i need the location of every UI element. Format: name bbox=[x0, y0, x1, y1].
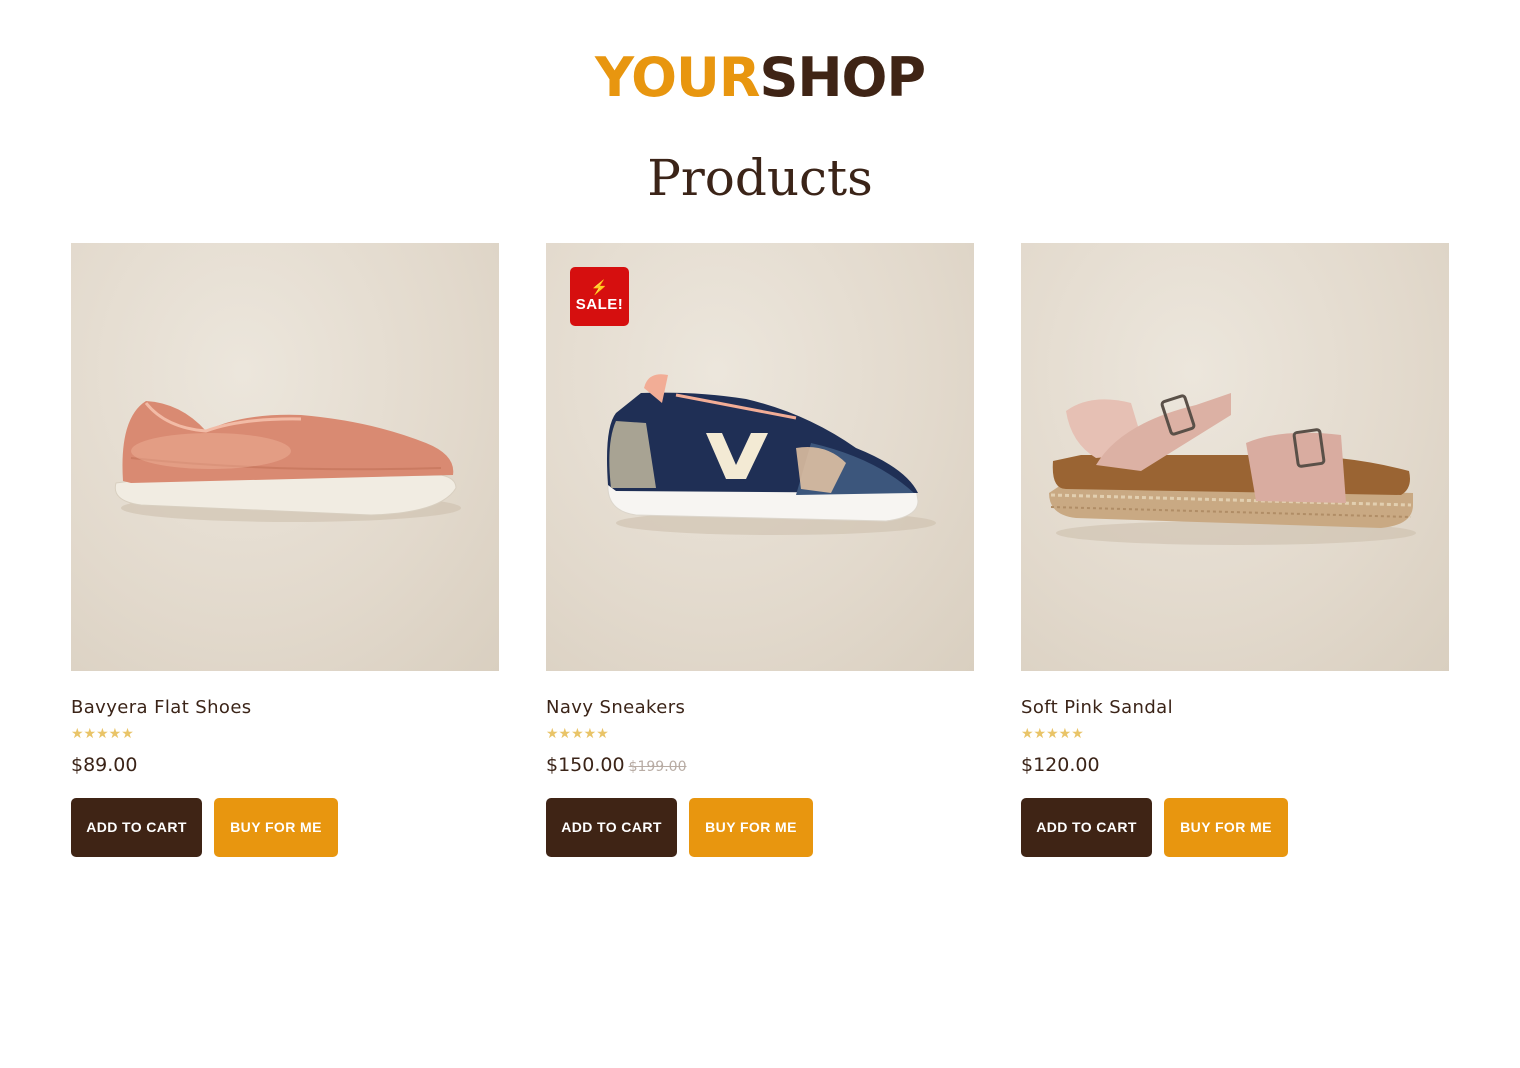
product-name[interactable]: Navy Sneakers bbox=[546, 696, 685, 720]
product-grid: Bavyera Flat Shoes ★★★★★ $89.00 ADD TO C… bbox=[71, 243, 1449, 863]
product-name[interactable]: Bavyera Flat Shoes bbox=[71, 696, 252, 720]
rating-stars: ★★★★★ bbox=[71, 726, 134, 742]
price-row: $89.00 bbox=[71, 752, 137, 779]
sale-badge-label: SALE! bbox=[575, 296, 624, 313]
buy-for-me-button[interactable]: BUY FOR ME bbox=[689, 798, 813, 857]
product-image[interactable] bbox=[71, 243, 499, 671]
product-price: $89.00 bbox=[71, 754, 138, 776]
product-card: ⚡ SALE! Navy Sneakers ★★★★★ $150.00 $199.… bbox=[546, 243, 974, 863]
price-row: $120.00 bbox=[1021, 752, 1100, 779]
product-card: Soft Pink Sandal ★★★★★ $120.00 ADD TO CA… bbox=[1021, 243, 1449, 863]
product-image[interactable]: ⚡ SALE! bbox=[546, 243, 974, 671]
buy-for-me-button[interactable]: BUY FOR ME bbox=[214, 798, 338, 857]
buy-for-me-button[interactable]: BUY FOR ME bbox=[1164, 798, 1288, 857]
product-card: Bavyera Flat Shoes ★★★★★ $89.00 ADD TO C… bbox=[71, 243, 499, 863]
old-price: $199.00 bbox=[628, 759, 687, 775]
sandal-image bbox=[1049, 393, 1416, 545]
rating-stars: ★★★★★ bbox=[546, 726, 609, 742]
product-name[interactable]: Soft Pink Sandal bbox=[1021, 696, 1173, 720]
logo-your: YOUR bbox=[594, 46, 761, 109]
shop-logo[interactable]: YOURSHOP bbox=[0, 46, 1520, 110]
product-image[interactable] bbox=[1021, 243, 1449, 671]
price-row: $150.00 $199.00 bbox=[546, 752, 686, 780]
product-price: $120.00 bbox=[1021, 754, 1100, 776]
add-to-cart-button[interactable]: ADD TO CART bbox=[1021, 798, 1152, 857]
add-to-cart-button[interactable]: ADD TO CART bbox=[546, 798, 677, 857]
sale-badge: ⚡ SALE! bbox=[570, 267, 629, 326]
rating-stars: ★★★★★ bbox=[1021, 726, 1084, 742]
flat-shoe-image bbox=[114, 401, 461, 522]
bolt-icon: ⚡ bbox=[590, 279, 609, 295]
logo-shop: SHOP bbox=[759, 46, 926, 109]
add-to-cart-button[interactable]: ADD TO CART bbox=[71, 798, 202, 857]
product-price: $150.00 bbox=[546, 754, 625, 776]
page-title: Products bbox=[647, 149, 873, 207]
